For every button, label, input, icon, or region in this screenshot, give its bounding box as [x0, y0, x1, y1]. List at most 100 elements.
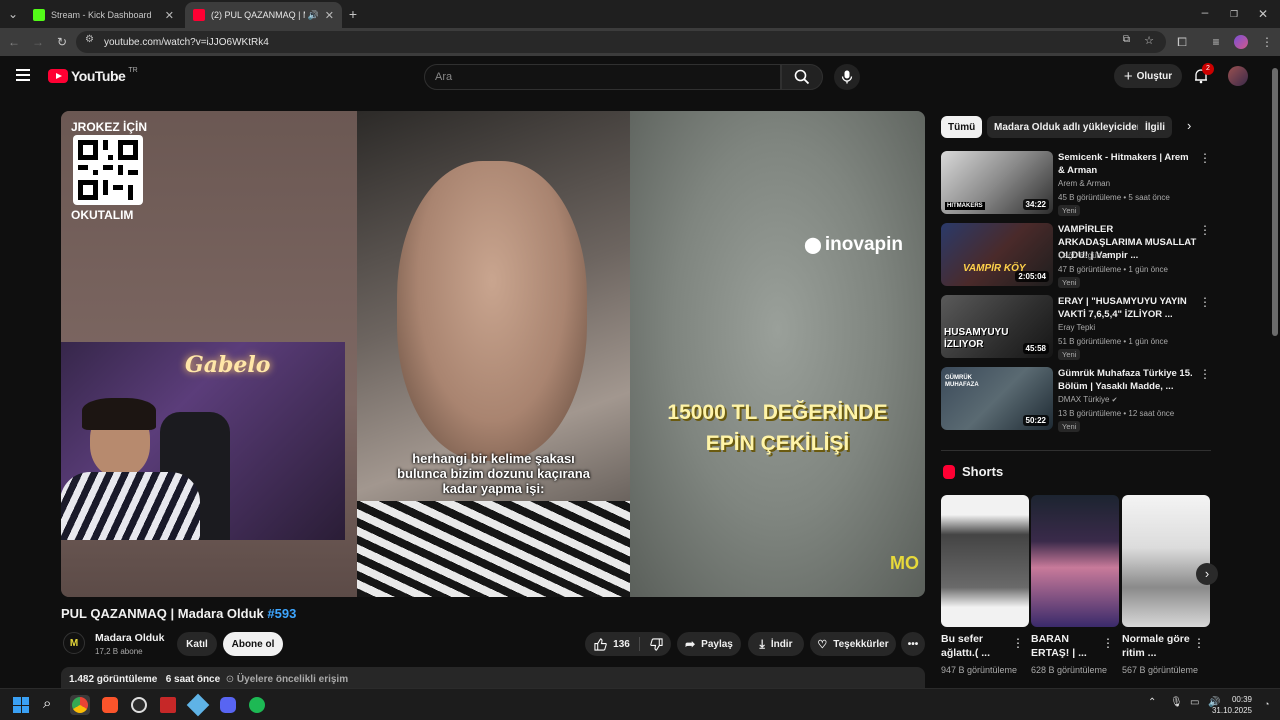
video-title[interactable]: Semicenk - Hitmakers | Arem & Arman	[1058, 151, 1198, 177]
bookmark-star-icon[interactable]: ☆	[1144, 34, 1154, 47]
install-app-icon[interactable]: ⧉	[1123, 34, 1130, 45]
recommended-video[interactable]: GÜMRÜK MUHAFAZA 50:22 Gümrük Muhafaza Tü…	[941, 367, 1211, 433]
more-vertical-icon[interactable]: ⋮	[1193, 636, 1205, 650]
chevron-right-icon[interactable]: ›	[1187, 118, 1191, 133]
more-vertical-icon[interactable]: ⋮	[1012, 636, 1024, 650]
close-window-button[interactable]: ✕	[1254, 0, 1272, 28]
new-tab-button[interactable]: +	[344, 0, 362, 28]
more-vertical-icon[interactable]: ⋮	[1199, 367, 1211, 381]
share-button[interactable]: ➦ Paylaş	[677, 632, 741, 656]
shorts-next-button[interactable]: ›	[1196, 563, 1218, 585]
tab-close-icon[interactable]: ✕	[325, 9, 334, 22]
notifications-button[interactable]: 2	[1193, 63, 1214, 84]
reading-list-icon[interactable]: ≡	[1207, 28, 1225, 56]
spotify-taskbar-icon[interactable]	[247, 695, 267, 715]
short-thumbnail[interactable]	[1031, 495, 1119, 627]
search-button[interactable]	[781, 64, 823, 90]
qr-caption-top: JROKEZ İÇİN	[71, 120, 148, 134]
address-input[interactable]: ⚙ youtube.com/watch?v=iJJO6WKtRk4 ⧉ ☆	[76, 31, 1166, 53]
restore-button[interactable]: ❐	[1225, 0, 1243, 28]
taskbar-search-icon[interactable]: ⌕	[43, 695, 51, 712]
recommended-video[interactable]: HUSAMYUYU İZLIYOR 45:58 ERAY | "HUSAMYUY…	[941, 295, 1211, 361]
video-title-text: PUL QAZANMAQ | Madara Olduk	[61, 606, 264, 621]
channel-name[interactable]: Arem & Arman	[1058, 179, 1110, 188]
video-thumbnail[interactable]: GÜMRÜK MUHAFAZA 50:22	[941, 367, 1053, 430]
short-thumbnail[interactable]	[941, 495, 1029, 627]
search-input[interactable]: Ara	[424, 64, 781, 90]
like-button[interactable]: 136	[585, 632, 639, 656]
subscribe-button[interactable]: Abone ol	[223, 632, 283, 656]
short-title[interactable]: BARAN ERTAŞ! | ...	[1031, 632, 1107, 660]
tab-close-icon[interactable]: ✕	[165, 9, 174, 22]
region-code: TR	[128, 66, 138, 74]
create-button[interactable]: + Oluştur	[1114, 64, 1182, 88]
obs-taskbar-icon[interactable]	[129, 695, 149, 715]
discord-taskbar-icon[interactable]	[218, 695, 238, 715]
channel-name[interactable]: Çağrı Ergün ✔	[1058, 251, 1109, 260]
recommended-video[interactable]: VAMPİR KÖY 2:05:04 VAMPİRLER ARKADAŞLARI…	[941, 223, 1211, 289]
chip-from-uploader[interactable]: Madara Olduk adlı yükleyiciden	[987, 116, 1150, 138]
join-button[interactable]: Katıl	[177, 632, 217, 656]
scrollbar-thumb[interactable]	[1272, 68, 1278, 336]
taskbar-clock[interactable]: 00:39 31.10.2025	[1212, 694, 1252, 716]
tab-search-icon[interactable]: ⌄	[4, 0, 22, 28]
video-thumbnail[interactable]: VAMPİR KÖY 2:05:04	[941, 223, 1053, 286]
minimize-button[interactable]: –	[1196, 0, 1214, 26]
speaker-icon[interactable]: 🔊	[308, 10, 319, 21]
channel-avatar[interactable]: M	[63, 632, 85, 654]
video-title[interactable]: ERAY | "HUSAMYUYU YAYIN VAKTİ 7,6,5,4" İ…	[1058, 295, 1198, 321]
channel-name[interactable]: Eray Tepki	[1058, 323, 1095, 332]
voice-search-button[interactable]	[834, 64, 860, 90]
tray-microphone-icon[interactable]: 🎙	[1170, 697, 1183, 708]
hamburger-menu-icon[interactable]	[16, 69, 30, 81]
more-actions-button[interactable]: •••	[901, 632, 925, 656]
more-vertical-icon[interactable]: ⋮	[1199, 151, 1211, 165]
back-icon[interactable]: ←	[5, 28, 23, 56]
tab-kick-dashboard[interactable]: Stream - Kick Dashboard ✕	[25, 2, 182, 28]
more-vertical-icon[interactable]: ⋮	[1199, 223, 1211, 237]
channel-label: Çağrı Ergün	[1058, 251, 1102, 260]
video-thumbnail[interactable]: HITMAKERS 34:22	[941, 151, 1053, 214]
more-vertical-icon[interactable]: ⋮	[1102, 636, 1114, 650]
extensions-icon[interactable]: ⧠	[1173, 28, 1191, 56]
forward-icon[interactable]: →	[29, 28, 47, 56]
video-player[interactable]: JROKEZ İÇİN OKUTALIM herhangi bir kelime…	[61, 111, 925, 597]
video-hashtag[interactable]: #593	[267, 606, 296, 621]
more-vertical-icon[interactable]: ⋮	[1199, 295, 1211, 309]
start-windows-icon[interactable]	[13, 697, 29, 713]
reload-icon[interactable]: ↻	[53, 28, 71, 56]
short-views: 567 B görüntüleme	[1122, 665, 1199, 675]
short-title[interactable]: Normale göre ritim ...	[1122, 632, 1198, 660]
channel-name[interactable]: DMAX Türkiye ✔	[1058, 395, 1118, 404]
tray-chevron-up-icon[interactable]: ⌃	[1148, 697, 1156, 708]
chip-all[interactable]: Tümü	[941, 116, 983, 138]
channel-name[interactable]: Madara Olduk	[95, 632, 164, 644]
chrome-taskbar-icon[interactable]	[70, 695, 90, 715]
notification-bell-icon[interactable]: ◔	[1264, 699, 1269, 709]
browser-menu-icon[interactable]: ⋮	[1258, 28, 1276, 56]
short-thumbnail[interactable]	[1122, 495, 1210, 627]
shorts-logo-icon	[943, 465, 955, 479]
new-badge: Yeni	[1058, 277, 1081, 288]
youtube-logo[interactable]: YouTube TR	[48, 66, 138, 84]
recommended-video[interactable]: HITMAKERS 34:22 Semicenk - Hitmakers | A…	[941, 151, 1211, 217]
tray-network-icon[interactable]: ▭	[1190, 697, 1199, 708]
video-thumbnail[interactable]: HUSAMYUYU İZLIYOR 45:58	[941, 295, 1053, 358]
app-taskbar-icon[interactable]	[186, 693, 210, 717]
app-taskbar-icon[interactable]	[158, 695, 178, 715]
site-info-icon[interactable]: ⚙	[85, 34, 94, 45]
short-title[interactable]: Bu sefer ağlattı.( ...	[941, 632, 1017, 660]
tab-youtube-video[interactable]: (2) PUL QAZANMAQ | Madara Olduk #593 - Y…	[185, 2, 342, 28]
brave-taskbar-icon[interactable]	[100, 695, 120, 715]
thanks-button[interactable]: ♡ Teşekkürler	[810, 632, 896, 656]
chip-related[interactable]: İlgili	[1138, 116, 1172, 138]
sponsor-name: inovapin	[824, 234, 904, 255]
video-title[interactable]: Gümrük Muhafaza Türkiye 15. Bölüm | Yasa…	[1058, 367, 1198, 393]
download-button[interactable]: ⤓ İndir	[748, 632, 804, 656]
account-avatar[interactable]	[1228, 66, 1248, 86]
profile-avatar[interactable]	[1234, 35, 1248, 49]
dislike-button[interactable]	[641, 632, 671, 656]
description-box[interactable]: 1.482 görüntüleme 6 saat önce ⊙ Üyelere …	[61, 667, 925, 689]
video-subtitle: herhangi bir kelime şakası bulunca bizim…	[357, 451, 630, 496]
page-scrollbar[interactable]	[1270, 56, 1280, 688]
